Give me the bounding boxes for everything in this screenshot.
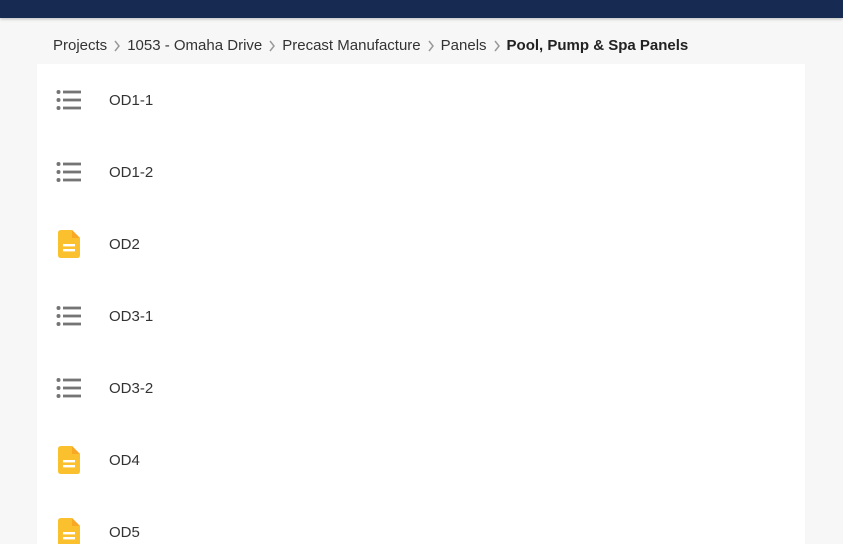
list-item[interactable]: OD2: [37, 208, 805, 280]
list-item-label: OD5: [109, 523, 140, 541]
document-icon: [54, 229, 84, 259]
list-item-label: OD1-2: [109, 163, 154, 181]
list-item[interactable]: OD3-2: [37, 352, 805, 424]
top-app-bar: [0, 0, 843, 18]
chevron-right-icon: [421, 37, 441, 54]
chevron-right-icon: [487, 37, 507, 54]
list-icon: [54, 157, 84, 187]
list-icon: [54, 301, 84, 331]
breadcrumb: Projects 1053 - Omaha Drive Precast Manu…: [53, 34, 688, 56]
list-item[interactable]: OD4: [37, 424, 805, 496]
chevron-right-icon: [262, 37, 282, 54]
list-item-label: OD3-1: [109, 307, 154, 325]
list-icon: [54, 85, 84, 115]
breadcrumb-projects[interactable]: Projects: [53, 37, 107, 54]
list-item-label: OD3-2: [109, 379, 154, 397]
breadcrumb-precast-manufacture[interactable]: Precast Manufacture: [282, 37, 420, 54]
list-item-label: OD4: [109, 451, 140, 469]
list-item[interactable]: OD5: [37, 496, 805, 544]
list-item-label: OD2: [109, 235, 140, 253]
list-item-label: OD1-1: [109, 91, 154, 109]
list-item[interactable]: OD1-2: [37, 136, 805, 208]
breadcrumb-current: Pool, Pump & Spa Panels: [506, 36, 689, 54]
document-icon: [54, 517, 84, 544]
list-item[interactable]: OD1-1: [37, 64, 805, 136]
breadcrumb-project[interactable]: 1053 - Omaha Drive: [127, 37, 262, 54]
breadcrumb-panels[interactable]: Panels: [441, 37, 487, 54]
list-icon: [54, 373, 84, 403]
document-icon: [54, 445, 84, 475]
item-list: OD1-1 OD1-2 OD2 OD3-1 OD3-2 OD4 OD5: [37, 64, 805, 544]
list-item[interactable]: OD3-1: [37, 280, 805, 352]
chevron-right-icon: [107, 37, 127, 54]
